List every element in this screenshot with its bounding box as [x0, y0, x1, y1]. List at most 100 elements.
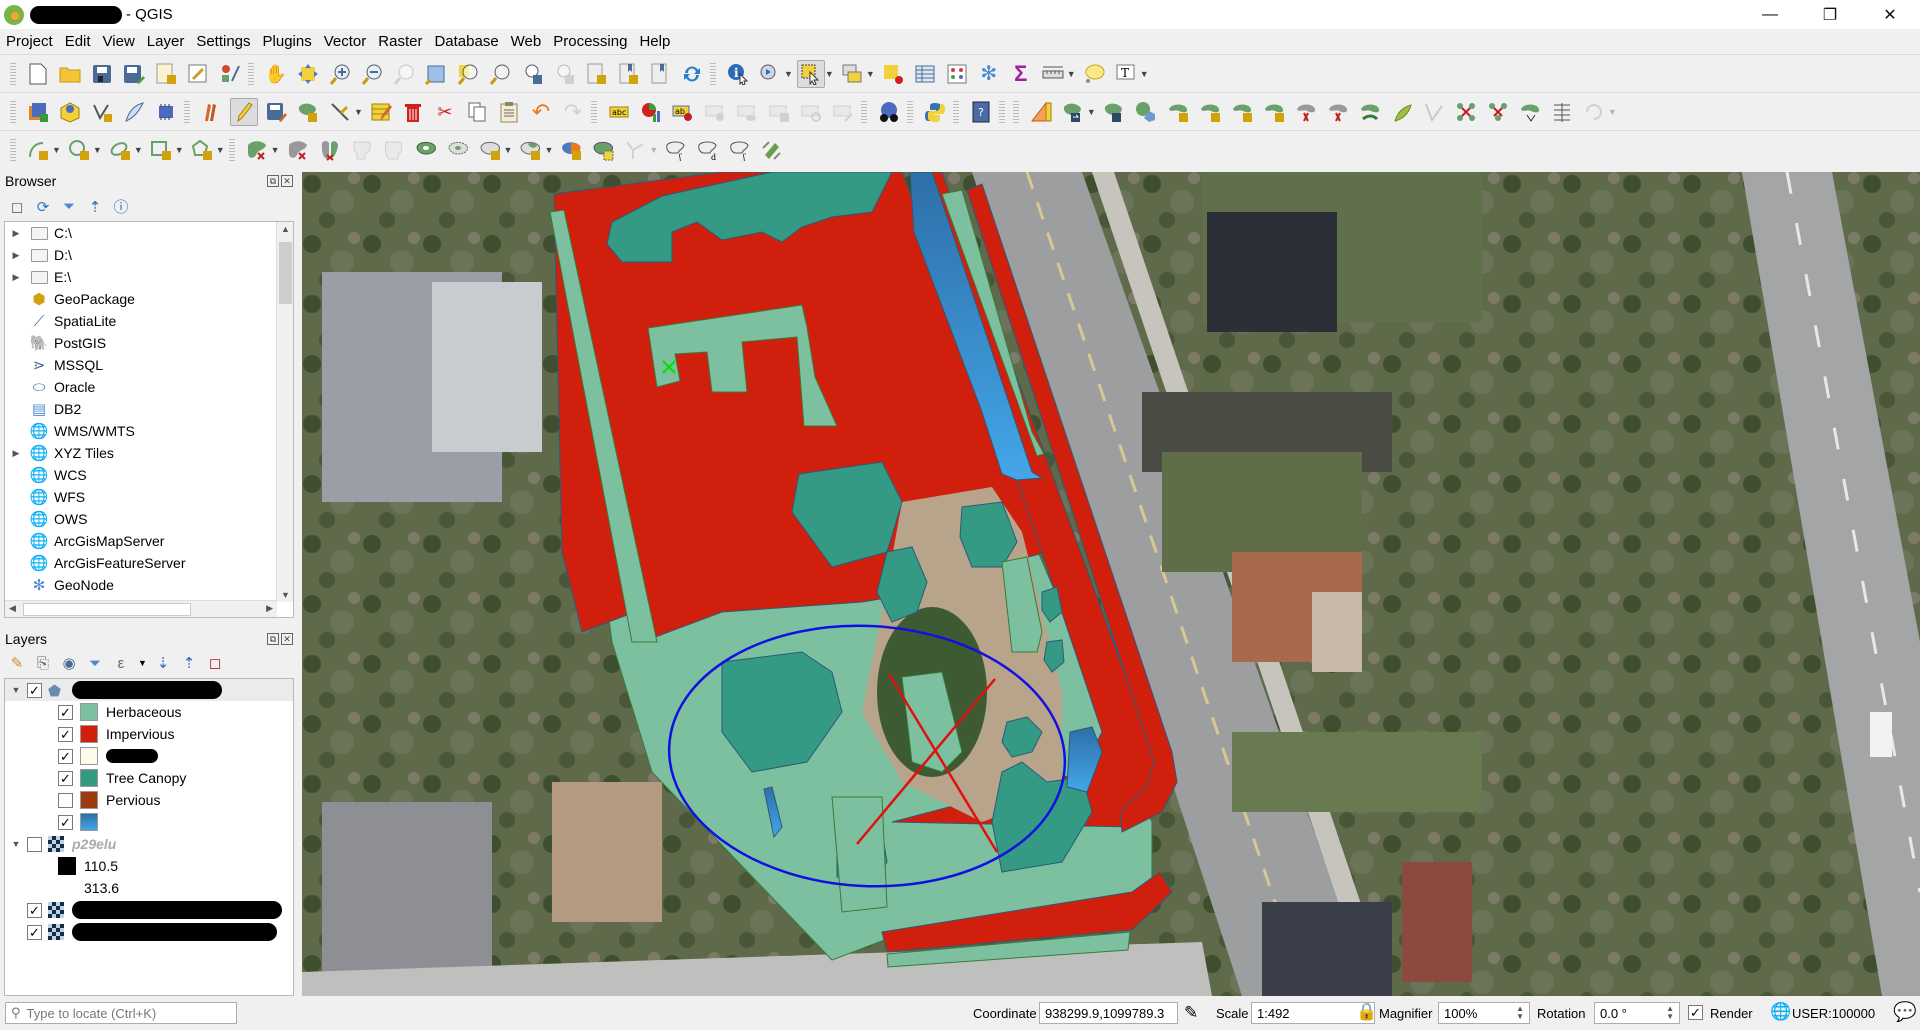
chevron-down-icon[interactable]: ▼ [1067, 69, 1076, 79]
new-virtual-layer-icon[interactable] [152, 98, 180, 126]
chevron-down-icon[interactable]: ▼ [271, 145, 280, 155]
open-project-icon[interactable] [56, 60, 84, 88]
add-regular-polygon-icon[interactable] [188, 136, 216, 164]
georeference-icon[interactable] [758, 136, 786, 164]
merge-features-icon[interactable] [1356, 98, 1384, 126]
legend-category[interactable]: ✓ Herbaceous [5, 701, 293, 723]
field-calculator-icon[interactable] [943, 60, 971, 88]
scrollbar-thumb[interactable] [23, 603, 191, 616]
zoom-last-icon[interactable] [518, 60, 546, 88]
move-label-icon[interactable] [765, 98, 793, 126]
menu-project[interactable]: Project [0, 33, 59, 50]
chevron-down-icon[interactable]: ▼ [175, 145, 184, 155]
add-rectangle-icon[interactable] [147, 136, 175, 164]
browser-item[interactable]: 🌐 WCS [5, 464, 293, 486]
map-tips-icon[interactable] [1080, 60, 1108, 88]
browser-item[interactable]: ⬭ Oracle [5, 376, 293, 398]
layout-manager-icon[interactable] [184, 60, 212, 88]
menu-view[interactable]: View [97, 33, 141, 50]
new-bookmark-icon[interactable] [582, 60, 610, 88]
fill-ring-icon[interactable] [412, 136, 440, 164]
chevron-down-icon[interactable]: ▼ [354, 107, 363, 117]
chevron-down-icon[interactable]: ▼ [825, 69, 834, 79]
expand-arrow-icon[interactable]: ▶ [9, 272, 23, 283]
collapse-arrow-icon[interactable]: ▼ [9, 685, 23, 695]
toolbox-icon[interactable]: ✻ [975, 60, 1003, 88]
vertex-tool-icon[interactable] [326, 98, 354, 126]
delete-selected-icon[interactable] [399, 98, 427, 126]
browser-item[interactable]: 🌐 ArcGisMapServer [5, 530, 293, 552]
style-manager-icon[interactable] [216, 60, 244, 88]
layer-visibility-checkbox[interactable]: ✓ [27, 924, 42, 940]
zoom-in-icon[interactable] [326, 60, 354, 88]
category-visibility-checkbox[interactable]: ✓ [58, 726, 73, 742]
data-source-manager-icon[interactable] [24, 98, 52, 126]
new-project-icon[interactable] [24, 60, 52, 88]
scrollbar-thumb[interactable] [279, 242, 292, 304]
toggle-editing-icon[interactable] [230, 97, 258, 126]
browser-item[interactable]: 🌐 WMS/WMTS [5, 420, 293, 442]
locator-search-input[interactable]: ⚲ Type to locate (Ctrl+K) [5, 1002, 237, 1024]
new-geopackage-icon[interactable] [56, 98, 84, 126]
legend-category[interactable]: ✓ [5, 745, 293, 767]
help-icon[interactable]: ? [967, 98, 995, 126]
menu-layer[interactable]: Layer [141, 33, 191, 50]
expand-arrow-icon[interactable]: ▶ [9, 250, 23, 261]
browser-item[interactable]: ▶ D:\ [5, 244, 293, 266]
lock-scale-icon[interactable]: 🔒 [1356, 1002, 1377, 1022]
menu-web[interactable]: Web [505, 33, 548, 50]
offset-curve-icon[interactable] [1260, 98, 1288, 126]
chevron-down-icon[interactable]: ▼ [1087, 107, 1096, 117]
browser-item[interactable]: 🌐 OWS [5, 508, 293, 530]
paste-features-icon[interactable] [495, 98, 523, 126]
menu-raster[interactable]: Raster [372, 33, 428, 50]
split-parts-icon[interactable] [1324, 98, 1352, 126]
cad-tools-icon[interactable] [1027, 98, 1055, 126]
add-ellipse-icon[interactable] [106, 136, 134, 164]
browser-item[interactable]: 🌐 ArcGisFeatureServer [5, 552, 293, 574]
layer-visibility-checkbox[interactable]: ✓ [27, 902, 42, 918]
toolbar-grip[interactable] [10, 138, 16, 161]
measure-icon[interactable] [1039, 60, 1067, 88]
show-spatial-bookmarks-icon[interactable] [646, 60, 674, 88]
remove-layer-icon[interactable]: ◻ [206, 654, 224, 672]
copy-features-icon[interactable] [463, 98, 491, 126]
delete-ring-icon[interactable] [444, 136, 472, 164]
expand-arrow-icon[interactable]: ▶ [9, 228, 23, 239]
spin-arrows-icon[interactable]: ▲ ▼ [1666, 1005, 1674, 1021]
browser-item[interactable]: ▤ DB2 [5, 398, 293, 420]
layer-raster-p29elu[interactable]: ▼ p29elu [5, 833, 293, 855]
fill-ring-icon[interactable] [1100, 98, 1128, 126]
float-panel-icon[interactable]: ⧉ [267, 633, 279, 645]
zoom-to-selection-icon[interactable] [454, 60, 482, 88]
refresh-icon[interactable]: ⟳ [34, 198, 52, 216]
mouse-coordinate-toggle-icon[interactable]: ✎ [1184, 1003, 1198, 1023]
add-part-icon[interactable] [1164, 98, 1192, 126]
add-group-icon[interactable]: ⎘ [34, 655, 52, 672]
menu-edit[interactable]: Edit [59, 33, 97, 50]
browser-item[interactable]: ▶ 🌐 XYZ Tiles [5, 442, 293, 464]
split-features-icon[interactable] [1292, 98, 1320, 126]
rotation-spinbox[interactable]: 0.0 ° ▲ ▼ [1594, 1002, 1680, 1024]
rotate-feature-icon[interactable] [1484, 98, 1512, 126]
zoom-next-icon[interactable] [550, 60, 578, 88]
render-checkbox[interactable]: ✓ [1688, 1005, 1703, 1020]
text-annotation-icon[interactable]: T [1112, 60, 1140, 88]
metasearch-icon[interactable] [875, 98, 903, 126]
collapse-arrow-icon[interactable]: ▼ [9, 839, 23, 849]
menu-plugins[interactable]: Plugins [257, 33, 318, 50]
new-print-layout-icon[interactable] [152, 60, 180, 88]
chevron-down-icon[interactable]: ▼ [649, 145, 658, 155]
split-vertical-icon[interactable] [316, 136, 344, 164]
refresh-icon[interactable] [678, 60, 706, 88]
merge-attributes-icon[interactable] [1388, 98, 1416, 126]
chevron-down-icon[interactable]: ▼ [93, 145, 102, 155]
layer-raster-redacted[interactable]: ✓ [5, 921, 293, 943]
menu-vector[interactable]: Vector [318, 33, 373, 50]
split-parts-icon[interactable] [284, 136, 312, 164]
collapse-all-icon[interactable]: ⇡ [86, 198, 104, 216]
save-edits-icon[interactable] [262, 98, 290, 126]
reshape-icon[interactable] [1228, 98, 1256, 126]
filter-legend-icon[interactable]: ⏷ [86, 655, 104, 672]
style-panel-icon[interactable]: ✎ [8, 654, 26, 672]
